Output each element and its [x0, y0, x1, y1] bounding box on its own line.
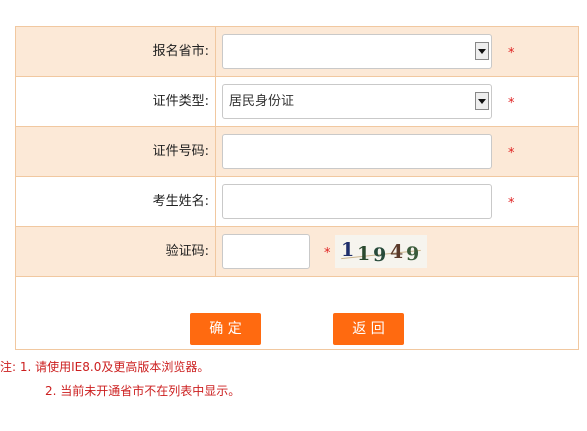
captcha-char: 1 [341, 239, 355, 261]
id-number-label: 证件号码: [16, 127, 216, 176]
name-field: * [216, 177, 578, 226]
button-row: 确 定 返 回 [16, 277, 578, 349]
row-name: 考生姓名: * [16, 177, 578, 227]
chevron-down-icon[interactable] [475, 92, 489, 110]
required-mark: * [508, 196, 515, 211]
captcha-char: 4 [390, 241, 404, 263]
registration-form: 报名省市: * 证件类型: 居民身份证 * 证件号码: * 考生姓名: * 验证… [15, 26, 579, 350]
notes: 注: 1. 请使用IE8.0及更高版本浏览器。 2. 当前未开通省市不在列表中显… [0, 355, 240, 403]
back-button[interactable]: 返 回 [333, 313, 404, 345]
name-input[interactable] [222, 184, 492, 219]
captcha-char: 1 [357, 243, 371, 265]
province-field: * [216, 27, 578, 76]
required-mark: * [508, 96, 515, 111]
province-label: 报名省市: [16, 27, 216, 76]
province-select[interactable] [222, 34, 492, 69]
row-province: 报名省市: * [16, 27, 578, 77]
note-line-2: 2. 当前未开通省市不在列表中显示。 [45, 384, 241, 398]
id-number-input[interactable] [222, 134, 492, 169]
captcha-input[interactable] [222, 234, 310, 269]
name-label: 考生姓名: [16, 177, 216, 226]
row-captcha: 验证码: * 1 1 9 4 9 [16, 227, 578, 277]
id-number-field: * [216, 127, 578, 176]
confirm-button[interactable]: 确 定 [190, 313, 261, 345]
required-mark: * [508, 46, 515, 61]
id-type-field: 居民身份证 * [216, 77, 578, 126]
captcha-label: 验证码: [16, 227, 216, 276]
id-type-select[interactable]: 居民身份证 [222, 84, 492, 119]
captcha-char: 9 [406, 243, 420, 265]
required-mark: * [508, 146, 515, 161]
chevron-down-icon[interactable] [475, 42, 489, 60]
captcha-char: 9 [373, 244, 387, 266]
required-mark: * [324, 246, 331, 261]
captcha-image[interactable]: 1 1 9 4 9 [335, 235, 427, 268]
id-type-select-value: 居民身份证 [229, 94, 295, 109]
row-id-number: 证件号码: * [16, 127, 578, 177]
captcha-field: * 1 1 9 4 9 [216, 227, 578, 276]
note-line-1: 注: 1. 请使用IE8.0及更高版本浏览器。 [0, 360, 210, 374]
row-id-type: 证件类型: 居民身份证 * [16, 77, 578, 127]
id-type-label: 证件类型: [16, 77, 216, 126]
